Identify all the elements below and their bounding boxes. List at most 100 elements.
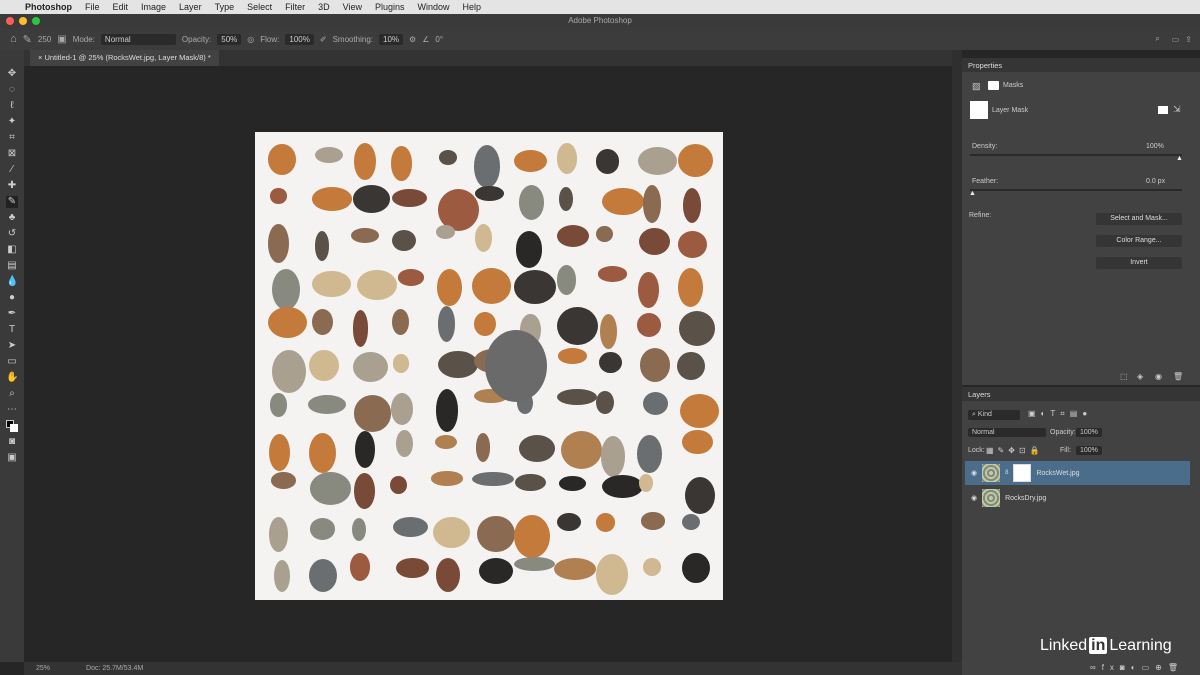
workspace-icon[interactable]: ▭ xyxy=(1172,35,1180,44)
shape-tool-icon[interactable]: ▭ xyxy=(6,356,18,368)
healing-tool-icon[interactable]: ✚ xyxy=(6,180,18,192)
gear-icon[interactable]: ⚙ xyxy=(409,35,416,44)
layer-action-icons[interactable]: ∞fx◙◐▭⊕🗑 xyxy=(1090,663,1184,672)
move-tool-icon[interactable]: ✥ xyxy=(6,68,18,80)
layer-opacity-field[interactable]: 100% xyxy=(1076,428,1102,437)
rock xyxy=(271,349,306,393)
search-icon[interactable]: ⌕ xyxy=(1155,34,1159,44)
visibility-eye-icon[interactable]: ◉ xyxy=(971,494,977,502)
rock xyxy=(268,224,289,264)
type-tool-icon[interactable]: T xyxy=(6,324,18,336)
angle-field[interactable]: 0° xyxy=(435,35,443,44)
quick-select-tool-icon[interactable]: ✦ xyxy=(6,116,18,128)
feather-slider[interactable] xyxy=(970,189,1182,191)
apply-mask-button-icon[interactable]: ◈ xyxy=(1137,372,1143,381)
visibility-eye-icon[interactable]: ◉ xyxy=(971,469,977,477)
menu-view[interactable]: View xyxy=(343,2,362,12)
feather-field[interactable]: 0.0 px xyxy=(1146,178,1165,185)
feather-slider-handle[interactable]: ▲ xyxy=(969,190,976,197)
brush-tool-icon[interactable]: ✎ xyxy=(23,33,32,46)
menu-filter[interactable]: Filter xyxy=(285,2,305,12)
quick-mask-icon[interactable]: ◙ xyxy=(6,436,18,448)
rock xyxy=(353,395,392,432)
angle-icon: ∠ xyxy=(422,34,430,44)
more-tools-icon[interactable]: ⋯ xyxy=(6,404,18,416)
layer-name[interactable]: RocksDry.jpg xyxy=(1005,495,1046,502)
history-brush-icon[interactable]: ↺ xyxy=(6,228,18,240)
eyedropper-tool-icon[interactable]: ⁄ xyxy=(6,164,18,176)
eraser-tool-icon[interactable]: ◧ xyxy=(6,244,18,256)
menu-edit[interactable]: Edit xyxy=(113,2,129,12)
invert-button[interactable]: Invert xyxy=(1096,257,1182,269)
path-select-tool-icon[interactable]: ➤ xyxy=(6,340,18,352)
menu-plugins[interactable]: Plugins xyxy=(375,2,405,12)
screen-mode-icon[interactable]: ▣ xyxy=(6,452,18,464)
layer-row-rockswet[interactable]: ◉ 8 RocksWet.jpg xyxy=(965,461,1190,485)
density-slider[interactable] xyxy=(970,154,1182,156)
document-image-rocks[interactable] xyxy=(255,132,723,600)
menu-layer[interactable]: Layer xyxy=(179,2,202,12)
rock xyxy=(637,146,677,175)
layer-row-rocksdry[interactable]: ◉ RocksDry.jpg xyxy=(965,486,1190,510)
rock xyxy=(434,434,457,449)
dodge-tool-icon[interactable]: ● xyxy=(6,292,18,304)
color-swatches-icon[interactable] xyxy=(6,420,18,432)
rock xyxy=(433,517,471,549)
pixel-mask-icon[interactable]: ▨ xyxy=(972,81,981,92)
crop-tool-icon[interactable]: ⌗ xyxy=(6,132,18,144)
menu-select[interactable]: Select xyxy=(247,2,272,12)
lasso-tool-icon[interactable]: ℓ xyxy=(6,100,18,112)
home-icon[interactable]: ⌂ xyxy=(10,33,17,45)
rock xyxy=(351,517,366,542)
gradient-tool-icon[interactable]: ▤ xyxy=(6,260,18,272)
marquee-tool-icon[interactable]: ◌ xyxy=(6,84,18,96)
opacity-field[interactable]: 50% xyxy=(217,33,242,45)
smoothing-field[interactable]: 10% xyxy=(379,33,404,45)
menu-window[interactable]: Window xyxy=(418,2,450,12)
density-field[interactable]: 100% xyxy=(1146,143,1164,150)
airbrush-icon[interactable]: ✐ xyxy=(320,35,327,44)
density-slider-handle[interactable]: ▲ xyxy=(1176,155,1183,162)
layer-blend-mode-select[interactable]: Normal xyxy=(968,428,1046,437)
color-range-button[interactable]: Color Range... xyxy=(1096,235,1182,247)
brush-size[interactable]: 250 xyxy=(38,35,51,44)
frame-tool-icon[interactable]: ⊠ xyxy=(6,148,18,160)
pressure-opacity-icon[interactable]: ◎ xyxy=(247,35,254,44)
mask-link-icon[interactable]: 8 xyxy=(1005,470,1008,476)
rock xyxy=(352,310,369,347)
share-icon[interactable]: ⇪ xyxy=(1185,35,1192,44)
stamp-tool-icon[interactable]: ♣ xyxy=(6,212,18,224)
menu-image[interactable]: Image xyxy=(141,2,166,12)
blur-tool-icon[interactable]: 💧 xyxy=(6,276,18,288)
brush-settings-icon[interactable]: ▣ xyxy=(57,34,66,45)
hand-tool-icon[interactable]: ✋ xyxy=(6,372,18,384)
pen-tool-icon[interactable]: ✒ xyxy=(6,308,18,320)
menu-file[interactable]: File xyxy=(85,2,100,12)
lock-icons[interactable]: ▦✎✥⊡🔒 xyxy=(986,446,1044,455)
menu-type[interactable]: Type xyxy=(215,2,235,12)
rock xyxy=(435,224,455,239)
layer-filter-icons[interactable]: ▣◐T⌗▤● xyxy=(1028,409,1092,419)
fill-label: Fill: xyxy=(1060,447,1071,454)
fill-field[interactable]: 100% xyxy=(1076,446,1102,455)
zoom-tool-icon[interactable]: ⌕ xyxy=(6,388,18,400)
apply-mask-icon[interactable]: ⇲ xyxy=(1173,104,1181,115)
select-mask-icon[interactable] xyxy=(1158,106,1168,114)
mode-select[interactable]: Normal xyxy=(100,33,176,45)
layer-mask-icon[interactable] xyxy=(988,81,999,90)
select-and-mask-button[interactable]: Select and Mask... xyxy=(1096,213,1182,225)
menu-help[interactable]: Help xyxy=(463,2,482,12)
rock xyxy=(437,350,478,378)
menu-3d[interactable]: 3D xyxy=(318,2,330,12)
document-tab[interactable]: × Untitled-1 @ 25% (RocksWet.jpg, Layer … xyxy=(30,50,219,66)
brush-tool-icon[interactable]: ✎ xyxy=(6,196,18,208)
layer-mask-thumbnail[interactable] xyxy=(1013,464,1032,482)
flow-field[interactable]: 100% xyxy=(285,33,314,45)
menu-app[interactable]: Photoshop xyxy=(25,2,72,12)
layer-filter-select[interactable]: ⌕ Kind xyxy=(968,410,1020,420)
layer-name[interactable]: RocksWet.jpg xyxy=(1036,470,1079,477)
trash-icon[interactable]: 🗑 xyxy=(1173,372,1183,381)
visibility-eye-icon[interactable]: ◉ xyxy=(1155,372,1162,381)
selection-from-mask-icon[interactable]: ⬚ xyxy=(1120,372,1128,381)
zoom-level[interactable]: 25% xyxy=(36,665,50,672)
